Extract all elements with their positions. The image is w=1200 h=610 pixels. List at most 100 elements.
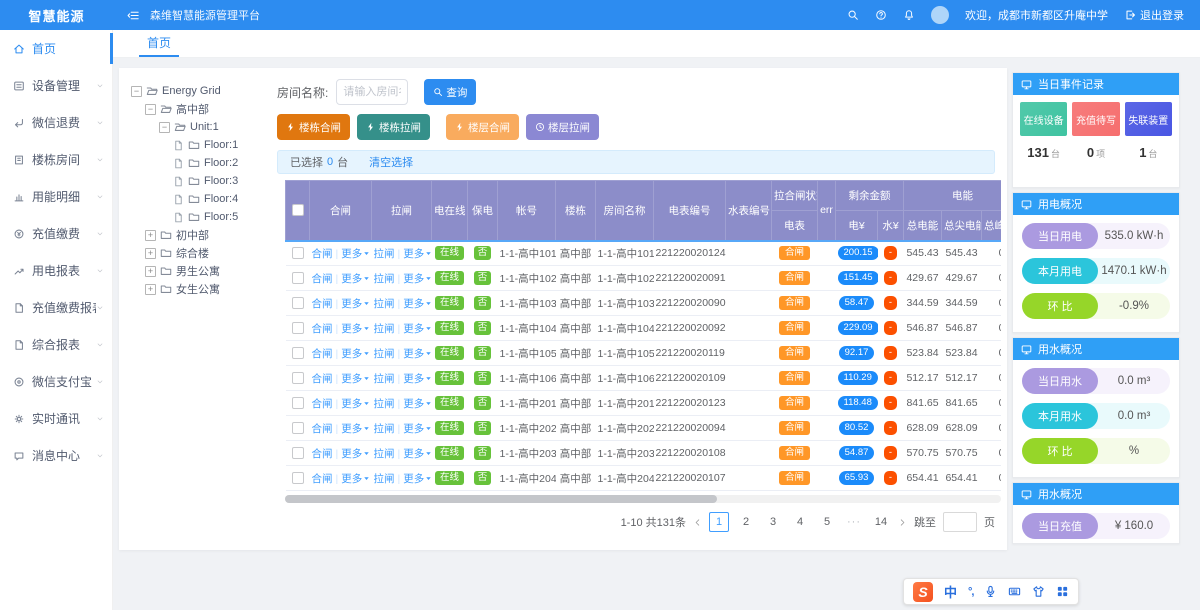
sidebar-item[interactable]: 充值缴费报表 (0, 289, 112, 326)
tree-node[interactable]: +女生公寓 (131, 280, 281, 298)
sidebar-item[interactable]: 楼栋房间 (0, 141, 112, 178)
close-switch-link[interactable]: 合闸 (312, 473, 333, 485)
tree-node[interactable]: Floor:1 (131, 136, 281, 154)
sogou-logo[interactable]: S (913, 582, 933, 602)
row-checkbox[interactable] (292, 472, 304, 484)
tree-node[interactable]: −高中部 (131, 100, 281, 118)
tree-node[interactable]: +综合楼 (131, 244, 281, 262)
table-horizontal-scrollbar[interactable] (285, 495, 1001, 503)
pagination-page[interactable]: 4 (790, 512, 810, 532)
jump-page-input[interactable] (943, 512, 977, 532)
row-checkbox[interactable] (292, 447, 304, 459)
building-close-button[interactable]: 楼栋合闸 (277, 114, 350, 140)
select-all-checkbox[interactable] (292, 204, 304, 216)
close-switch-link[interactable]: 合闸 (312, 298, 333, 310)
more-dropdown[interactable]: 更多 (341, 298, 370, 310)
ime-language-toggle[interactable]: 中 (944, 582, 957, 601)
floor-close-button[interactable]: 楼层合闸 (446, 114, 519, 140)
close-switch-link[interactable]: 合闸 (312, 273, 333, 285)
more-dropdown[interactable]: 更多 (341, 273, 370, 285)
more-dropdown[interactable]: 更多 (403, 348, 431, 360)
tree-node[interactable]: −Energy Grid (131, 82, 281, 100)
more-dropdown[interactable]: 更多 (341, 373, 370, 385)
tree-node[interactable]: +初中部 (131, 226, 281, 244)
more-dropdown[interactable]: 更多 (403, 448, 431, 460)
expand-toggle-icon[interactable]: + (145, 266, 156, 277)
more-dropdown[interactable]: 更多 (341, 348, 370, 360)
search-button[interactable]: 查询 (424, 79, 476, 105)
tab-home[interactable]: 首页 (139, 30, 179, 57)
row-checkbox[interactable] (292, 247, 304, 259)
sidebar-item[interactable]: 用电报表 (0, 252, 112, 289)
more-dropdown[interactable]: 更多 (403, 248, 431, 260)
open-switch-link[interactable]: 拉闸 (374, 448, 395, 460)
clear-selection-link[interactable]: 清空选择 (369, 154, 413, 170)
pagination-page[interactable]: 1 (709, 512, 729, 532)
sidebar-item[interactable]: 消息中心 (0, 437, 112, 474)
open-switch-link[interactable]: 拉闸 (374, 298, 395, 310)
search-icon[interactable] (847, 9, 859, 21)
row-checkbox[interactable] (292, 372, 304, 384)
more-dropdown[interactable]: 更多 (403, 398, 431, 410)
row-checkbox[interactable] (292, 397, 304, 409)
tree-node[interactable]: Floor:5 (131, 208, 281, 226)
tree-node[interactable]: +男生公寓 (131, 262, 281, 280)
more-dropdown[interactable]: 更多 (403, 298, 431, 310)
row-checkbox[interactable] (292, 297, 304, 309)
open-switch-link[interactable]: 拉闸 (374, 323, 395, 335)
sidebar-collapse-icon[interactable] (127, 9, 140, 22)
more-dropdown[interactable]: 更多 (341, 323, 370, 335)
sidebar-item[interactable]: 充值缴费 (0, 215, 112, 252)
open-switch-link[interactable]: 拉闸 (374, 473, 395, 485)
sidebar-item[interactable]: 首页 (0, 30, 112, 67)
close-switch-link[interactable]: 合闸 (312, 348, 333, 360)
close-switch-link[interactable]: 合闸 (312, 373, 333, 385)
more-dropdown[interactable]: 更多 (403, 323, 431, 335)
sidebar-item[interactable]: 微信支付宝 (0, 363, 112, 400)
sidebar-item[interactable]: 综合报表 (0, 326, 112, 363)
skin-icon[interactable] (1032, 585, 1045, 598)
sidebar-item[interactable]: 设备管理 (0, 67, 112, 104)
room-name-input[interactable] (336, 79, 408, 105)
open-switch-link[interactable]: 拉闸 (374, 423, 395, 435)
tree-node[interactable]: Floor:2 (131, 154, 281, 172)
floor-open-button[interactable]: 楼层拉闸 (526, 114, 599, 140)
row-checkbox[interactable] (292, 272, 304, 284)
avatar[interactable] (931, 6, 949, 24)
more-dropdown[interactable]: 更多 (341, 398, 370, 410)
more-dropdown[interactable]: 更多 (341, 473, 370, 485)
close-switch-link[interactable]: 合闸 (312, 398, 333, 410)
row-checkbox[interactable] (292, 347, 304, 359)
tree-node[interactable]: Floor:4 (131, 190, 281, 208)
row-checkbox[interactable] (292, 422, 304, 434)
pagination-page[interactable]: 3 (763, 512, 783, 532)
expand-toggle-icon[interactable]: + (145, 248, 156, 259)
more-dropdown[interactable]: 更多 (341, 423, 370, 435)
expand-toggle-icon[interactable]: + (145, 284, 156, 295)
keyboard-icon[interactable] (1008, 585, 1021, 598)
notifications-icon[interactable] (903, 9, 915, 21)
close-switch-link[interactable]: 合闸 (312, 248, 333, 260)
toolbox-icon[interactable] (1056, 585, 1069, 598)
more-dropdown[interactable]: 更多 (403, 273, 431, 285)
collapse-toggle-icon[interactable]: − (131, 86, 142, 97)
microphone-icon[interactable] (984, 585, 997, 598)
more-dropdown[interactable]: 更多 (403, 473, 431, 485)
row-checkbox[interactable] (292, 322, 304, 334)
close-switch-link[interactable]: 合闸 (312, 323, 333, 335)
open-switch-link[interactable]: 拉闸 (374, 248, 395, 260)
sidebar-item[interactable]: 微信退费 (0, 104, 112, 141)
open-switch-link[interactable]: 拉闸 (374, 348, 395, 360)
close-switch-link[interactable]: 合闸 (312, 448, 333, 460)
collapse-toggle-icon[interactable]: − (159, 122, 170, 133)
more-dropdown[interactable]: 更多 (341, 248, 370, 260)
pagination-page[interactable]: 5 (817, 512, 837, 532)
scrollbar-thumb[interactable] (285, 495, 717, 503)
help-icon[interactable] (875, 9, 887, 21)
expand-toggle-icon[interactable]: + (145, 230, 156, 241)
pagination-page[interactable]: 14 (871, 512, 891, 532)
more-dropdown[interactable]: 更多 (341, 448, 370, 460)
more-dropdown[interactable]: 更多 (403, 373, 431, 385)
tree-node[interactable]: Floor:3 (131, 172, 281, 190)
sidebar-item[interactable]: 用能明细 (0, 178, 112, 215)
